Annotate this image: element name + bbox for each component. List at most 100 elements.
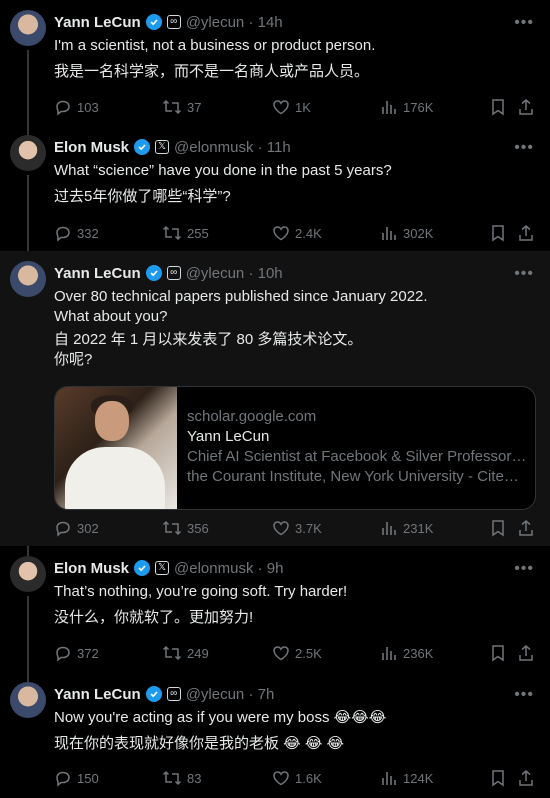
reply-button[interactable]: 332 [54, 224, 99, 242]
avatar[interactable] [10, 682, 46, 718]
share-icon [519, 645, 533, 661]
more-options-icon[interactable]: ••• [514, 265, 534, 283]
author-handle[interactable]: @ylecun · 10h [186, 265, 283, 282]
bookmark-button[interactable] [490, 98, 506, 116]
views-button[interactable]: 302K [380, 224, 433, 242]
tweet[interactable]: Yann LeCun ∞ @ylecun · 10h ••• Over 80 t… [0, 251, 550, 546]
views-button[interactable]: 124K [380, 769, 433, 787]
tweet-actions: 302 356 3.7K 231K [54, 519, 534, 539]
link-card[interactable]: scholar.google.com Yann LeCun Chief AI S… [54, 386, 536, 510]
views-icon [382, 227, 396, 240]
tweet-actions: 103 37 1K 176K [54, 98, 534, 118]
reply-icon [56, 646, 70, 662]
tweet-header: Yann LeCun ∞ @ylecun · 14h [54, 13, 283, 31]
author-name[interactable]: Elon Musk [54, 560, 129, 577]
share-icon [519, 99, 533, 115]
meta-badge-icon: ∞ [166, 15, 181, 29]
like-count: 2.4K [295, 225, 322, 241]
like-button[interactable]: 2.5K [272, 644, 322, 662]
tweet-text-en: I'm a scientist, not a business or produ… [54, 37, 376, 54]
like-button[interactable]: 3.7K [272, 519, 322, 537]
tweet-actions: 150 83 1.6K 124K [54, 769, 534, 789]
tweet-text-en: What “science” have you done in the past… [54, 162, 392, 179]
author-name[interactable]: Elon Musk [54, 139, 129, 156]
bookmark-button[interactable] [490, 644, 506, 662]
tweet-actions: 372 249 2.5K 236K [54, 644, 534, 664]
like-button[interactable]: 1.6K [272, 769, 322, 787]
repost-button[interactable]: 356 [162, 519, 209, 537]
bookmark-button[interactable] [490, 519, 506, 537]
tweet-header: Elon Musk 𝕏 @elonmusk · 9h [54, 559, 283, 577]
reply-button[interactable]: 150 [54, 769, 99, 787]
tweet-header: Yann LeCun ∞ @ylecun · 7h [54, 685, 274, 703]
bookmark-button[interactable] [490, 224, 506, 242]
repost-icon [162, 770, 182, 786]
share-icon [519, 520, 533, 536]
share-button[interactable] [518, 644, 534, 662]
bookmark-icon [492, 99, 504, 116]
bookmark-icon [492, 520, 504, 537]
reply-button[interactable]: 103 [54, 98, 99, 116]
bookmark-icon [492, 225, 504, 242]
repost-button[interactable]: 37 [162, 98, 201, 116]
more-options-icon[interactable]: ••• [514, 14, 534, 32]
like-button[interactable]: 1K [272, 98, 311, 116]
more-options-icon[interactable]: ••• [514, 686, 534, 704]
meta-badge-icon: ∞ [166, 687, 181, 701]
tweet[interactable]: Elon Musk 𝕏 @elonmusk · 9h ••• That’s no… [0, 546, 550, 672]
repost-button[interactable]: 83 [162, 769, 201, 787]
reply-icon [56, 771, 70, 787]
tweet-text-en: Now you're acting as if you were my boss… [54, 709, 387, 726]
view-count: 231K [403, 520, 434, 536]
avatar[interactable] [10, 556, 46, 592]
author-handle[interactable]: @ylecun · 14h [186, 14, 283, 31]
reply-count: 302 [77, 520, 99, 536]
view-count: 176K [403, 99, 434, 115]
share-button[interactable] [518, 519, 534, 537]
reply-count: 372 [77, 645, 99, 661]
author-name[interactable]: Yann LeCun [54, 14, 141, 31]
share-button[interactable] [518, 224, 534, 242]
tweet[interactable]: Yann LeCun ∞ @ylecun · 14h ••• I'm a sci… [0, 0, 550, 125]
author-handle[interactable]: @elonmusk · 9h [174, 560, 283, 577]
tweet-text-zh: 没什么，你就软了。更加努力! [54, 609, 254, 626]
repost-button[interactable]: 249 [162, 644, 209, 662]
tweet-header: Yann LeCun ∞ @ylecun · 10h [54, 264, 283, 282]
view-count: 124K [403, 770, 434, 786]
share-button[interactable] [518, 98, 534, 116]
repost-button[interactable]: 255 [162, 224, 209, 242]
share-button[interactable] [518, 769, 534, 787]
tweet[interactable]: Elon Musk 𝕏 @elonmusk · 11h ••• What “sc… [0, 125, 550, 251]
views-button[interactable]: 176K [380, 98, 433, 116]
meta-badge-icon: ∞ [166, 266, 181, 280]
views-icon [382, 772, 396, 785]
author-handle[interactable]: @ylecun · 7h [186, 686, 275, 703]
like-count: 1K [295, 99, 311, 115]
tweet-text-en: Over 80 technical papers published since… [54, 288, 428, 325]
more-options-icon[interactable]: ••• [514, 139, 534, 157]
avatar[interactable] [10, 135, 46, 171]
like-button[interactable]: 2.4K [272, 224, 322, 242]
views-icon [382, 101, 396, 114]
tweet[interactable]: Yann LeCun ∞ @ylecun · 7h ••• Now you're… [0, 672, 550, 798]
reply-icon [56, 226, 70, 242]
reply-count: 103 [77, 99, 99, 115]
author-name[interactable]: Yann LeCun [54, 686, 141, 703]
avatar[interactable] [10, 10, 46, 46]
bookmark-button[interactable] [490, 769, 506, 787]
views-button[interactable]: 231K [380, 519, 433, 537]
link-card-description: the Courant Institute, New York Universi… [187, 468, 527, 485]
share-icon [519, 225, 533, 241]
more-options-icon[interactable]: ••• [514, 560, 534, 578]
reply-icon [56, 521, 70, 537]
author-handle[interactable]: @elonmusk · 11h [174, 139, 291, 156]
avatar[interactable] [10, 261, 46, 297]
reply-button[interactable]: 302 [54, 519, 99, 537]
repost-count: 255 [187, 225, 209, 241]
reply-button[interactable]: 372 [54, 644, 99, 662]
author-name[interactable]: Yann LeCun [54, 265, 141, 282]
verified-badge-icon [145, 14, 162, 30]
views-button[interactable]: 236K [380, 644, 433, 662]
tweet-text-zh: 自 2022 年 1 月以来发表了 80 多篇技术论文。 你呢? [54, 331, 363, 368]
reply-count: 150 [77, 770, 99, 786]
